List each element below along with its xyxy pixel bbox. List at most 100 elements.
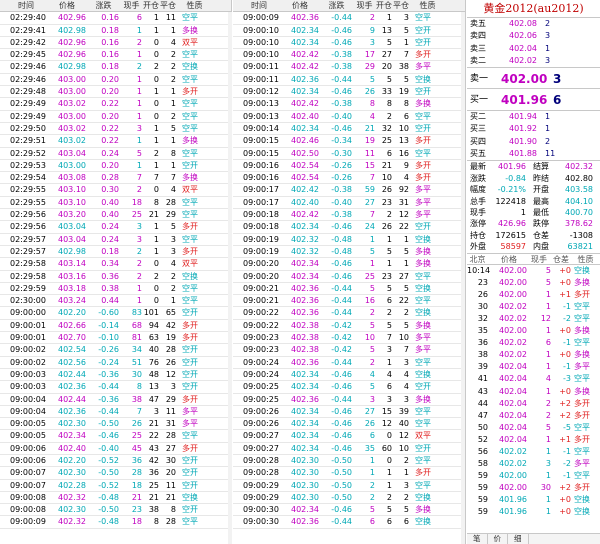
tick-row[interactable]: 59 401.96 1 +0 空换 xyxy=(467,494,600,506)
tab-笔[interactable]: 笔 xyxy=(467,534,488,544)
col-time[interactable]: 时间 xyxy=(233,0,281,11)
table-row[interactable]: 09:00:04 402.44 -0.36 38 47 29 多开 xyxy=(0,394,231,406)
table-row[interactable]: 09:00:22 402.38 -0.42 5 5 5 多换 xyxy=(233,320,465,333)
tick-row[interactable]: 59 402.00 30 +2 多开 xyxy=(467,482,600,494)
table-row[interactable]: 09:00:01 402.66 -0.14 68 94 42 多开 xyxy=(0,320,231,333)
table-row[interactable]: 09:00:12 402.34 -0.46 26 33 19 空开 xyxy=(233,86,465,99)
table-row[interactable]: 09:00:05 402.34 -0.46 25 22 28 空平 xyxy=(0,430,231,443)
table-row[interactable]: 09:00:30 402.34 -0.46 5 5 5 多换 xyxy=(233,504,465,517)
col-change[interactable]: 涨跌 xyxy=(321,0,354,11)
table-row[interactable]: 09:00:16 402.54 -0.26 15 21 9 多开 xyxy=(233,160,465,173)
table-row[interactable]: 09:00:14 402.34 -0.46 21 32 10 空开 xyxy=(233,123,465,136)
table-row[interactable]: 09:00:20 402.34 -0.46 25 23 27 空平 xyxy=(233,271,465,283)
table-row[interactable]: 09:00:19 402.32 -0.48 1 1 1 空换 xyxy=(233,234,465,246)
col-change[interactable]: 涨跌 xyxy=(88,0,121,11)
table-row[interactable]: 09:00:25 402.36 -0.44 3 3 3 多换 xyxy=(233,394,465,406)
table-row[interactable]: 09:00:10 402.34 -0.46 3 5 1 空开 xyxy=(233,37,465,50)
table-row[interactable]: 02:29:46 402.98 0.18 2 2 2 空换 xyxy=(0,61,231,74)
table-row[interactable]: 02:29:40 402.96 0.16 6 1 11 空平 xyxy=(0,12,231,25)
table-row[interactable]: 02:29:50 403.02 0.22 3 1 5 空平 xyxy=(0,123,231,136)
table-row[interactable]: 02:29:55 403.10 0.30 2 0 4 双平 xyxy=(0,184,231,197)
table-row[interactable]: 09:00:22 402.36 -0.44 2 2 2 空换 xyxy=(233,307,465,320)
table-row[interactable]: 02:29:54 403.08 0.28 7 7 7 多换 xyxy=(0,172,231,185)
table-row[interactable]: 09:00:23 402.38 -0.42 10 7 10 多平 xyxy=(233,332,465,345)
table-row[interactable]: 09:00:13 402.42 -0.38 8 8 8 多换 xyxy=(233,98,465,111)
tick-row[interactable]: 35 402.00 1 +0 多换 xyxy=(467,325,600,337)
table-row[interactable]: 09:00:00 402.20 -0.60 83 101 65 空开 xyxy=(0,307,231,320)
tick-row[interactable]: 52 402.04 1 +1 多开 xyxy=(467,434,600,446)
table-row[interactable]: 09:00:10 402.34 -0.46 9 13 5 空开 xyxy=(233,25,465,37)
tick-row[interactable]: 26 402.00 1 +1 多开 xyxy=(467,289,600,301)
tick-row[interactable]: 44 402.04 2 +2 多开 xyxy=(467,398,600,410)
table-row[interactable]: 09:00:24 402.36 -0.44 2 1 3 空平 xyxy=(233,357,465,369)
bid-row[interactable]: 买二 401.94 1 xyxy=(467,111,600,123)
table-row[interactable]: 09:00:29 402.30 -0.50 2 1 3 空平 xyxy=(233,480,465,492)
table-row[interactable]: 09:00:05 402.30 -0.50 26 21 31 多平 xyxy=(0,418,231,431)
table-row[interactable]: 09:00:08 402.30 -0.50 23 38 8 空开 xyxy=(0,504,231,517)
table-row[interactable]: 09:00:23 402.38 -0.42 5 3 7 多平 xyxy=(233,344,465,357)
tick-row[interactable]: 30 402.02 1 -1 空平 xyxy=(467,301,600,313)
table-row[interactable]: 02:29:42 402.96 0.16 2 0 4 双平 xyxy=(0,37,231,50)
ask-row[interactable]: 卖五 402.08 2 xyxy=(467,18,600,30)
table-row[interactable]: 02:29:56 403.04 0.24 3 1 5 多开 xyxy=(0,221,231,234)
table-row[interactable]: 09:00:25 402.34 -0.46 5 6 4 空开 xyxy=(233,381,465,394)
tick-row[interactable]: 58 402.02 3 -2 多平 xyxy=(467,458,600,470)
col-close[interactable]: 平仓 xyxy=(393,0,410,11)
table-row[interactable]: 09:00:27 402.34 -0.46 6 0 12 双平 xyxy=(233,430,465,443)
table-row[interactable]: 02:29:45 402.96 0.16 1 0 2 空平 xyxy=(0,49,231,62)
table-row[interactable]: 09:00:01 402.70 -0.10 81 63 19 多开 xyxy=(0,332,231,345)
bid-row[interactable]: 买四 401.90 2 xyxy=(467,136,600,148)
table-row[interactable]: 09:00:26 402.34 -0.46 26 12 40 空平 xyxy=(233,418,465,431)
col-nature[interactable]: 性质 xyxy=(177,0,207,11)
table-row[interactable]: 09:00:16 402.54 -0.26 7 10 4 多开 xyxy=(233,172,465,185)
table-row[interactable]: 02:29:52 403.04 0.24 5 2 8 空平 xyxy=(0,148,231,160)
table-row[interactable]: 09:00:29 402.30 -0.50 2 2 2 空换 xyxy=(233,492,465,505)
table-row[interactable]: 09:00:03 402.44 -0.36 30 48 12 空开 xyxy=(0,369,231,382)
table-row[interactable]: 02:29:53 403.00 0.20 1 1 1 空开 xyxy=(0,160,231,173)
table-row[interactable]: 02:29:49 403.00 0.20 1 0 2 空平 xyxy=(0,111,231,123)
tick-row[interactable]: 10:14 402.00 5 +0 空换 xyxy=(467,265,600,277)
table-row[interactable]: 09:00:15 402.50 -0.30 11 6 16 空平 xyxy=(233,148,465,160)
table-row[interactable]: 09:00:13 402.40 -0.40 4 2 6 空平 xyxy=(233,111,465,123)
tick-row[interactable]: 47 402.04 2 +2 多开 xyxy=(467,410,600,422)
table-row[interactable]: 02:29:58 403.16 0.36 2 2 2 空换 xyxy=(0,271,231,283)
table-row[interactable]: 09:00:27 402.34 -0.46 35 60 10 空开 xyxy=(233,443,465,455)
table-row[interactable]: 02:29:59 403.18 0.38 1 0 2 空平 xyxy=(0,283,231,296)
ask-row[interactable]: 卖四 402.06 3 xyxy=(467,30,600,42)
col-volume[interactable]: 现手 xyxy=(121,0,143,11)
tab-细[interactable]: 细 xyxy=(508,534,529,544)
table-row[interactable]: 09:00:09 402.36 -0.44 2 1 3 空平 xyxy=(233,12,465,25)
tick-row[interactable]: 39 402.04 1 -1 多平 xyxy=(467,361,600,373)
tick-row[interactable]: 50 402.04 5 -5 空平 xyxy=(467,422,600,434)
col-open[interactable]: 开仓 xyxy=(376,0,393,11)
table-row[interactable]: 09:00:18 402.42 -0.38 7 2 12 多平 xyxy=(233,209,465,222)
table-row[interactable]: 09:00:07 402.30 -0.50 28 36 20 空开 xyxy=(0,467,231,480)
table-row[interactable]: 02:29:55 403.10 0.40 18 8 28 空平 xyxy=(0,197,231,210)
table-row[interactable]: 02:29:57 403.04 0.24 3 1 3 空平 xyxy=(0,234,231,246)
tick-row[interactable]: 36 402.02 6 -1 空平 xyxy=(467,337,600,349)
col-nature[interactable]: 性质 xyxy=(410,0,440,11)
table-row[interactable]: 09:00:08 402.32 -0.48 21 21 21 空换 xyxy=(0,492,231,505)
table-row[interactable]: 09:00:10 402.42 -0.38 17 27 7 多开 xyxy=(233,49,465,62)
table-row[interactable]: 09:00:21 402.36 -0.44 5 5 5 空换 xyxy=(233,283,465,296)
table-row[interactable]: 02:29:56 403.20 0.40 25 21 29 空平 xyxy=(0,209,231,222)
table-row[interactable]: 09:00:18 402.34 -0.46 24 26 22 空开 xyxy=(233,221,465,234)
tick-row[interactable]: 41 402.04 4 -3 空平 xyxy=(467,373,600,385)
table-row[interactable]: 09:00:26 402.34 -0.46 27 15 39 空平 xyxy=(233,406,465,419)
table-row[interactable]: 09:00:15 402.46 -0.34 19 25 13 多开 xyxy=(233,135,465,148)
table-row[interactable]: 09:00:24 402.34 -0.46 4 4 4 空换 xyxy=(233,369,465,382)
table-row[interactable]: 09:00:07 402.28 -0.52 18 25 11 空开 xyxy=(0,480,231,492)
table-row[interactable]: 09:00:09 402.32 -0.48 18 8 28 空平 xyxy=(0,516,231,529)
vertical-scrollbar[interactable] xyxy=(461,12,465,544)
table-row[interactable]: 09:00:17 402.40 -0.40 27 23 31 多平 xyxy=(233,197,465,210)
tick-row[interactable]: 32 402.02 12 -2 空平 xyxy=(467,313,600,325)
table-row[interactable]: 02:29:57 402.98 0.18 2 1 3 多开 xyxy=(0,246,231,259)
table-row[interactable]: 09:00:30 402.36 -0.44 6 6 6 空换 xyxy=(233,516,465,529)
col-open[interactable]: 开仓 xyxy=(143,0,160,11)
table-row[interactable]: 02:29:46 403.00 0.20 1 0 2 空平 xyxy=(0,74,231,87)
tick-row[interactable]: 59 402.00 1 -1 空平 xyxy=(467,470,600,482)
table-row[interactable]: 09:00:02 402.54 -0.26 34 40 28 空开 xyxy=(0,344,231,357)
table-row[interactable]: 09:00:11 402.42 -0.38 29 20 38 多平 xyxy=(233,61,465,74)
tick-row[interactable]: 23 402.00 5 +0 多换 xyxy=(467,277,600,289)
table-row[interactable]: 02:30:00 403.24 0.44 1 0 1 空平 xyxy=(0,295,231,308)
